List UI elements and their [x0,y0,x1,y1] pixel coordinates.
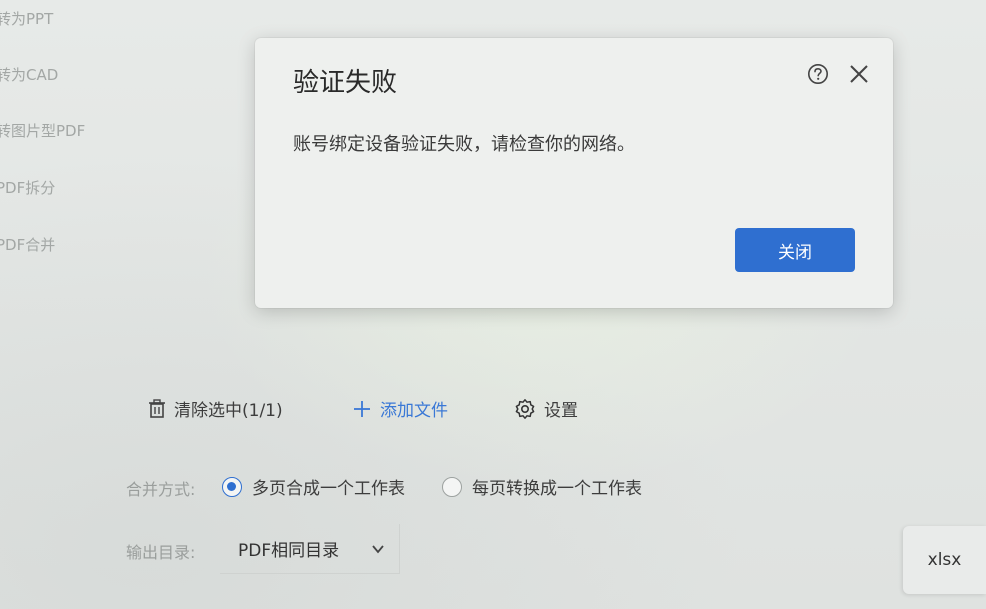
radio-merge-one-sheet-label: 多页合成一个工作表 [252,479,405,499]
radio-each-page-sheet-label: 每页转换成一个工作表 [472,479,642,499]
radio-button-unchecked[interactable] [442,476,462,497]
sidebar: 转为PPT 转为CAD 转图片型PDF PDF拆分 PDF合并 [0,0,120,300]
add-file-label: 添加文件 [380,401,448,421]
sidebar-item-pdf-merge[interactable]: PDF合并 [0,234,55,255]
plus-icon [354,400,370,417]
settings-button[interactable]: 设置 [514,396,578,421]
sidebar-item-to-ppt[interactable]: 转为PPT [0,8,53,29]
output-dir-label: 输出目录: [126,543,196,562]
output-dir-value: PDF相同目录 [238,541,340,561]
add-file-button[interactable]: 添加文件 [352,396,448,421]
chevron-down-icon [372,545,384,554]
clear-selected-label: 清除选中(1/1) [174,401,283,421]
close-icon[interactable] [849,64,869,84]
help-circle-icon[interactable] [807,63,829,85]
sidebar-item-to-image-pdf[interactable]: 转图片型PDF [0,120,85,141]
radio-each-page-sheet[interactable]: 每页转换成一个工作表 [442,474,642,499]
output-format-chip[interactable]: xlsx [903,526,986,594]
verification-failed-dialog: 验证失败 账号绑定设备验证失败，请检查你的网络。 关闭 [255,38,893,308]
clear-selected-button[interactable]: 清除选中(1/1) [148,396,283,421]
dialog-title: 验证失败 [293,68,398,98]
sidebar-item-to-cad[interactable]: 转为CAD [0,64,58,85]
sidebar-item-pdf-split[interactable]: PDF拆分 [0,177,55,198]
merge-mode-label: 合并方式: [126,480,196,499]
dialog-close-button[interactable]: 关闭 [735,228,855,272]
gear-icon [515,398,535,419]
output-dir-select[interactable]: PDF相同目录 [220,524,400,574]
trash-icon [149,398,165,418]
radio-button-checked[interactable] [222,476,242,497]
settings-label: 设置 [544,401,578,421]
radio-merge-one-sheet[interactable]: 多页合成一个工作表 [222,474,405,499]
dialog-message: 账号绑定设备验证失败，请检查你的网络。 [293,134,635,155]
